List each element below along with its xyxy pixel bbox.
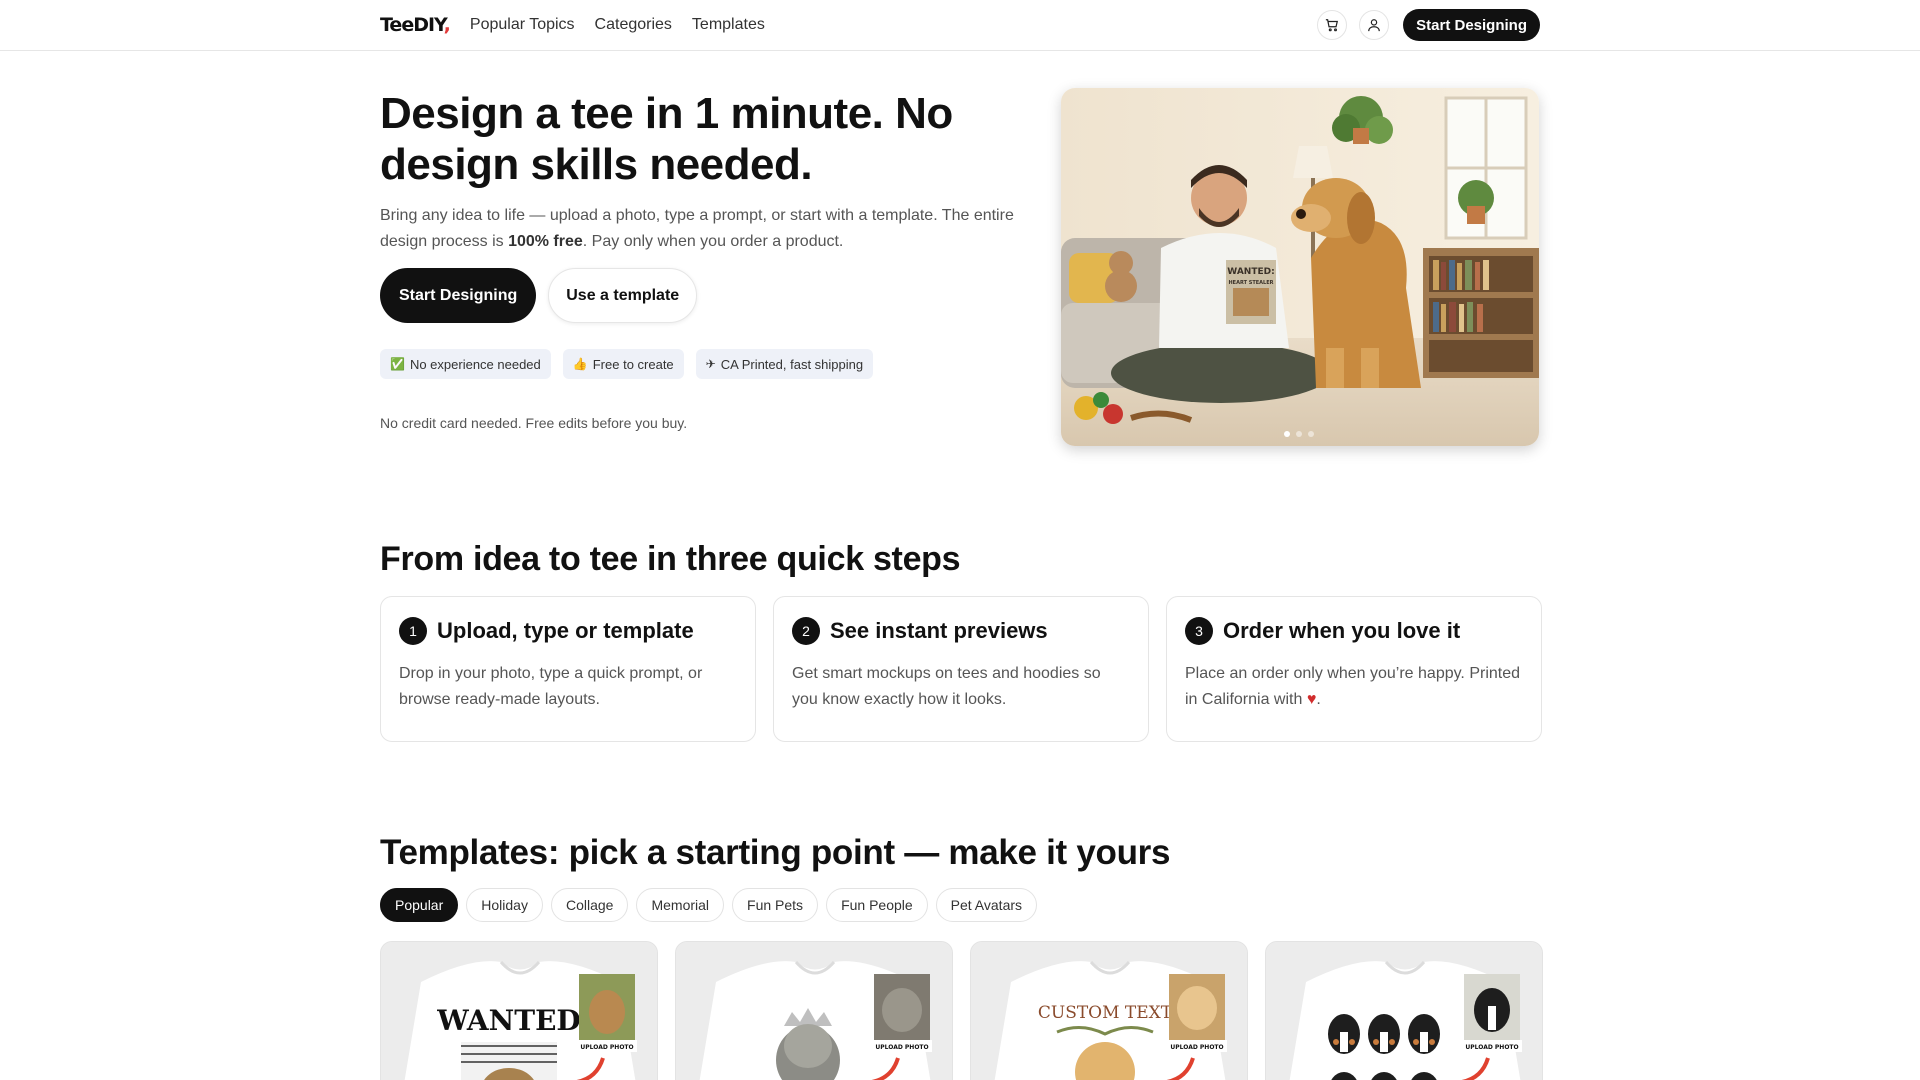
hero-subtitle: Bring any idea to life — upload a photo,…	[380, 203, 1020, 255]
template-cards: WANTED UPLOAD PHOTO UPLOAD PHOTO CUSTOM …	[380, 941, 1543, 1080]
plane-icon: ✈	[705, 357, 716, 371]
template-preview: CUSTOM TEXT UPLOAD PHOTO	[971, 942, 1247, 1080]
step-description: Drop in your photo, type a quick prompt,…	[399, 665, 703, 708]
template-preview: UPLOAD PHOTO	[1266, 942, 1542, 1080]
nav-link-popular-topics[interactable]: Popular Topics	[470, 16, 575, 34]
chip-ca-printed: ✈ CA Printed, fast shipping	[695, 349, 874, 379]
chip-free-to-create: 👍 Free to create	[562, 349, 684, 379]
step-card: 2 See instant previews Get smart mockups…	[773, 596, 1149, 742]
step-desc-end: .	[1316, 691, 1321, 708]
hero-sub-part2: . Pay only when you order a product.	[582, 233, 844, 250]
tab-fun-people[interactable]: Fun People	[826, 888, 928, 922]
nav-start-designing-button[interactable]: Start Designing	[1403, 9, 1540, 41]
logo-text: TeeDIY	[380, 14, 445, 36]
user-icon	[1368, 19, 1381, 32]
step-head: 2 See instant previews	[792, 617, 1130, 645]
templates-title: Templates: pick a starting point — make …	[380, 833, 1171, 872]
tab-memorial[interactable]: Memorial	[636, 888, 725, 922]
feature-chips: ✅ No experience needed 👍 Free to create ✈ C…	[380, 349, 874, 379]
nav-inner: TeeDIY, Popular Topics Categories Templa…	[380, 0, 1540, 50]
hero-note: No credit card needed. Free edits before…	[380, 415, 688, 431]
chip-no-experience: ✅ No experience needed	[380, 349, 551, 379]
carousel-dot[interactable]	[1308, 431, 1314, 437]
template-card-custom-text[interactable]: CUSTOM TEXT UPLOAD PHOTO	[970, 941, 1248, 1080]
step-description: Get smart mockups on tees and hoodies so…	[792, 665, 1101, 708]
carousel-dot-active[interactable]	[1284, 431, 1290, 437]
thumbs-up-icon: 👍	[572, 357, 588, 371]
heart-icon: ♥	[1306, 691, 1317, 708]
tab-fun-pets[interactable]: Fun Pets	[732, 888, 819, 922]
nav-link-templates[interactable]: Templates	[692, 16, 765, 34]
template-card-puppy-grid[interactable]: UPLOAD PHOTO	[1265, 941, 1543, 1080]
template-preview: WANTED UPLOAD PHOTO	[381, 942, 657, 1080]
step-title: Upload, type or template	[437, 618, 694, 643]
chip-label: CA Printed, fast shipping	[720, 356, 864, 372]
cart-icon	[1326, 19, 1339, 32]
shirt-text-wanted: WANTED:	[1227, 267, 1274, 277]
top-nav: TeeDIY, Popular Topics Categories Templa…	[0, 0, 1920, 51]
template-card-wanted[interactable]: WANTED UPLOAD PHOTO	[380, 941, 658, 1080]
tab-collage[interactable]: Collage	[550, 888, 629, 922]
template-card-crowned-cat[interactable]: UPLOAD PHOTO	[675, 941, 953, 1080]
carousel-dot[interactable]	[1296, 431, 1302, 437]
cart-button[interactable]	[1317, 10, 1348, 40]
tab-holiday[interactable]: Holiday	[466, 888, 543, 922]
step-head: 1 Upload, type or template	[399, 617, 737, 645]
chip-label: No experience needed	[409, 356, 541, 372]
logo[interactable]: TeeDIY,	[380, 14, 451, 36]
card-text: WANTED	[436, 1004, 580, 1037]
upload-photo-badge: UPLOAD PHOTO	[875, 1044, 928, 1051]
step-number: 1	[399, 617, 427, 645]
tab-popular[interactable]: Popular	[380, 888, 459, 922]
card-text: CUSTOM TEXT	[1038, 1003, 1173, 1023]
hero-buttons: Start Designing Use a template	[380, 268, 698, 323]
step-number: 2	[792, 617, 820, 645]
hero-start-designing-button[interactable]: Start Designing	[380, 268, 537, 323]
upload-photo-badge: UPLOAD PHOTO	[580, 1044, 633, 1051]
account-button[interactable]	[1359, 10, 1390, 40]
check-icon: ✅	[390, 357, 405, 371]
template-tabs: Popular Holiday Collage Memorial Fun Pet…	[380, 888, 1038, 922]
hero-sub-bold: 100% free	[508, 233, 583, 250]
step-card: 1 Upload, type or template Drop in your …	[380, 596, 756, 742]
template-preview: UPLOAD PHOTO	[676, 942, 952, 1080]
step-desc-text: Place an order only when you’re happy. P…	[1185, 665, 1521, 708]
hero-image: WANTED: HEART STEALER	[1061, 88, 1539, 446]
logo-accent: ,	[443, 14, 451, 36]
nav-right: Start Designing	[1317, 9, 1540, 41]
step-number: 3	[1185, 617, 1213, 645]
step-title: Order when you love it	[1223, 618, 1461, 643]
shirt-text-heart-stealer: HEART STEALER	[1229, 280, 1274, 286]
upload-photo-badge: UPLOAD PHOTO	[1170, 1044, 1223, 1051]
use-template-button[interactable]: Use a template	[548, 268, 698, 323]
upload-photo-badge: UPLOAD PHOTO	[1465, 1044, 1518, 1051]
steps-title: From idea to tee in three quick steps	[380, 540, 961, 578]
tab-pet-avatars[interactable]: Pet Avatars	[935, 888, 1038, 922]
step-head: 3 Order when you love it	[1185, 617, 1523, 645]
steps-list: 1 Upload, type or template Drop in your …	[380, 596, 1542, 742]
chip-label: Free to create	[592, 356, 674, 372]
step-description: Place an order only when you’re happy. P…	[1185, 661, 1523, 713]
step-card: 3 Order when you love it Place an order …	[1166, 596, 1542, 742]
hero-photo-illustration: WANTED: HEART STEALER	[1061, 88, 1539, 446]
step-title: See instant previews	[830, 618, 1048, 643]
hero-title: Design a tee in 1 minute. No design skil…	[380, 89, 953, 189]
nav-link-categories[interactable]: Categories	[595, 16, 672, 34]
